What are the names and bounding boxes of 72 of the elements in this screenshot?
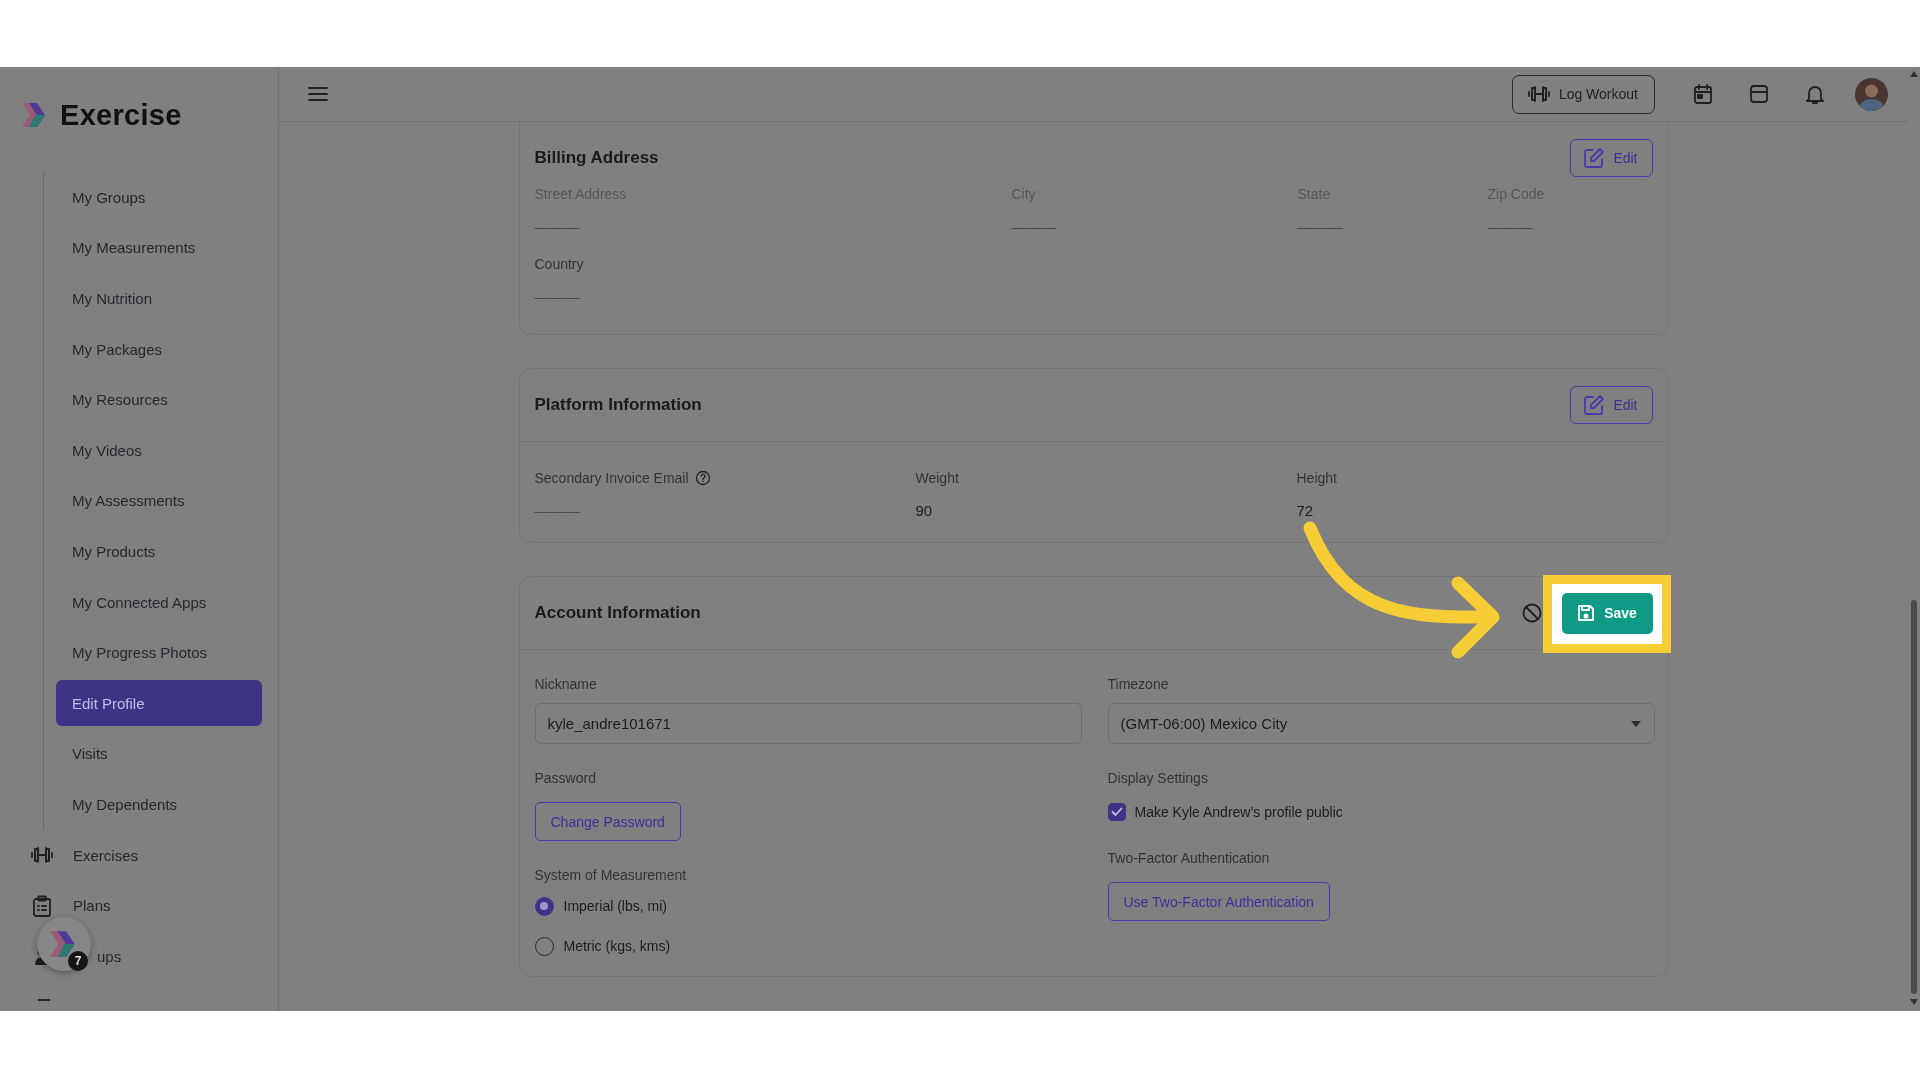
calendar-icon[interactable] [1692, 83, 1714, 105]
scroll-up-icon[interactable] [1910, 71, 1918, 77]
cancel-icon[interactable] [1520, 602, 1543, 624]
sidebar-item[interactable]: My Nutrition [56, 275, 262, 322]
field-value: ——— [534, 218, 581, 237]
sidebar-item[interactable]: My Progress Photos [56, 629, 262, 676]
sidebar-item[interactable]: My Dependents [56, 781, 262, 828]
chat-launcher[interactable]: 7 [37, 917, 91, 971]
sidebar-item[interactable]: My Connected Apps [56, 579, 262, 626]
dumbbell-icon [1526, 84, 1551, 104]
sidebar-item[interactable]: Exercises [73, 846, 139, 864]
select-value: (GMT-06:00) Mexico City [1120, 715, 1288, 732]
sidebar-item[interactable]: My Measurements [56, 224, 262, 271]
field-value: ——— [534, 502, 581, 521]
sidebar-item[interactable]: Visits [56, 730, 262, 777]
field-label: Nickname [534, 675, 598, 694]
field-label: Country [534, 256, 584, 272]
sidebar-item[interactable]: My Resources [56, 376, 262, 423]
field-label: Display Settings [1107, 769, 1209, 788]
radio-button[interactable] [534, 896, 554, 916]
dropdown-caret-icon [1629, 719, 1642, 728]
help-icon [694, 470, 711, 486]
sidebar-item[interactable]: ups [97, 947, 122, 965]
field-label: Timezone [1107, 675, 1170, 694]
package-icon[interactable] [1748, 83, 1770, 105]
scroll-down-icon[interactable] [1910, 999, 1918, 1005]
section-title: Billing Address [534, 148, 660, 168]
check-icon [1110, 807, 1123, 817]
sidebar-item[interactable]: My Products [56, 528, 262, 575]
field-label: Height [1296, 470, 1337, 486]
field-label: System of Measurement [534, 866, 688, 885]
avatar[interactable] [1855, 77, 1888, 111]
field-label: Two-Factor Authentication [1107, 849, 1271, 868]
nickname-field[interactable]: kyle_andre101671 [534, 703, 1082, 744]
sidebar-item[interactable]: Edit Profile [56, 680, 262, 727]
clipboard-icon [32, 894, 52, 917]
field-value: ——— [1011, 218, 1058, 237]
notification-badge: 7 [68, 951, 88, 971]
dumbbell-icon [30, 845, 54, 865]
sidebar-item[interactable]: My Packages [56, 326, 262, 373]
save-button[interactable]: Save [1561, 592, 1653, 634]
sidebar-item[interactable]: Plans [73, 897, 111, 915]
edit-button[interactable]: Edit [1570, 139, 1653, 177]
field-label: Weight [915, 470, 959, 486]
checkbox[interactable] [1107, 803, 1126, 821]
menu-icon[interactable] [307, 85, 329, 103]
section-title: Account Information [534, 603, 702, 623]
save-icon [1577, 604, 1596, 622]
field-value: 72 [1296, 502, 1315, 521]
sidebar-item[interactable]: My Videos [56, 427, 262, 474]
radio-label: Imperial (lbs, mi) [563, 898, 667, 914]
two-factor-button[interactable]: Use Two-Factor Authentication [1107, 882, 1330, 921]
app-logo-text: Exercise [60, 98, 182, 132]
radio-label: Metric (kgs, kms) [563, 938, 671, 954]
sidebar-item[interactable]: My Assessments [56, 477, 262, 524]
scrollbar-thumb[interactable] [1911, 600, 1917, 994]
checkbox-label: Make Kyle Andrew’s profile public [1134, 804, 1343, 820]
log-workout-button[interactable]: Log Workout [1511, 74, 1655, 114]
section-title: Platform Information [534, 395, 703, 415]
field-label: Secondary Invoice Email [534, 470, 689, 486]
field-value: ——— [534, 288, 581, 307]
field-label: Password [534, 769, 597, 788]
change-password-button[interactable]: Change Password [534, 802, 681, 841]
timezone-select[interactable]: (GMT-06:00) Mexico City [1107, 703, 1655, 744]
edit-button[interactable]: Edit [1570, 386, 1653, 424]
sidebar-item[interactable]: My Groups [56, 174, 262, 221]
edit-icon [1583, 394, 1606, 416]
field-value: ——— [1297, 218, 1344, 237]
field-value: 90 [915, 502, 934, 521]
edit-icon [1583, 147, 1606, 169]
notification-bell-icon[interactable] [1804, 83, 1826, 105]
field-value: ——— [1487, 218, 1534, 237]
